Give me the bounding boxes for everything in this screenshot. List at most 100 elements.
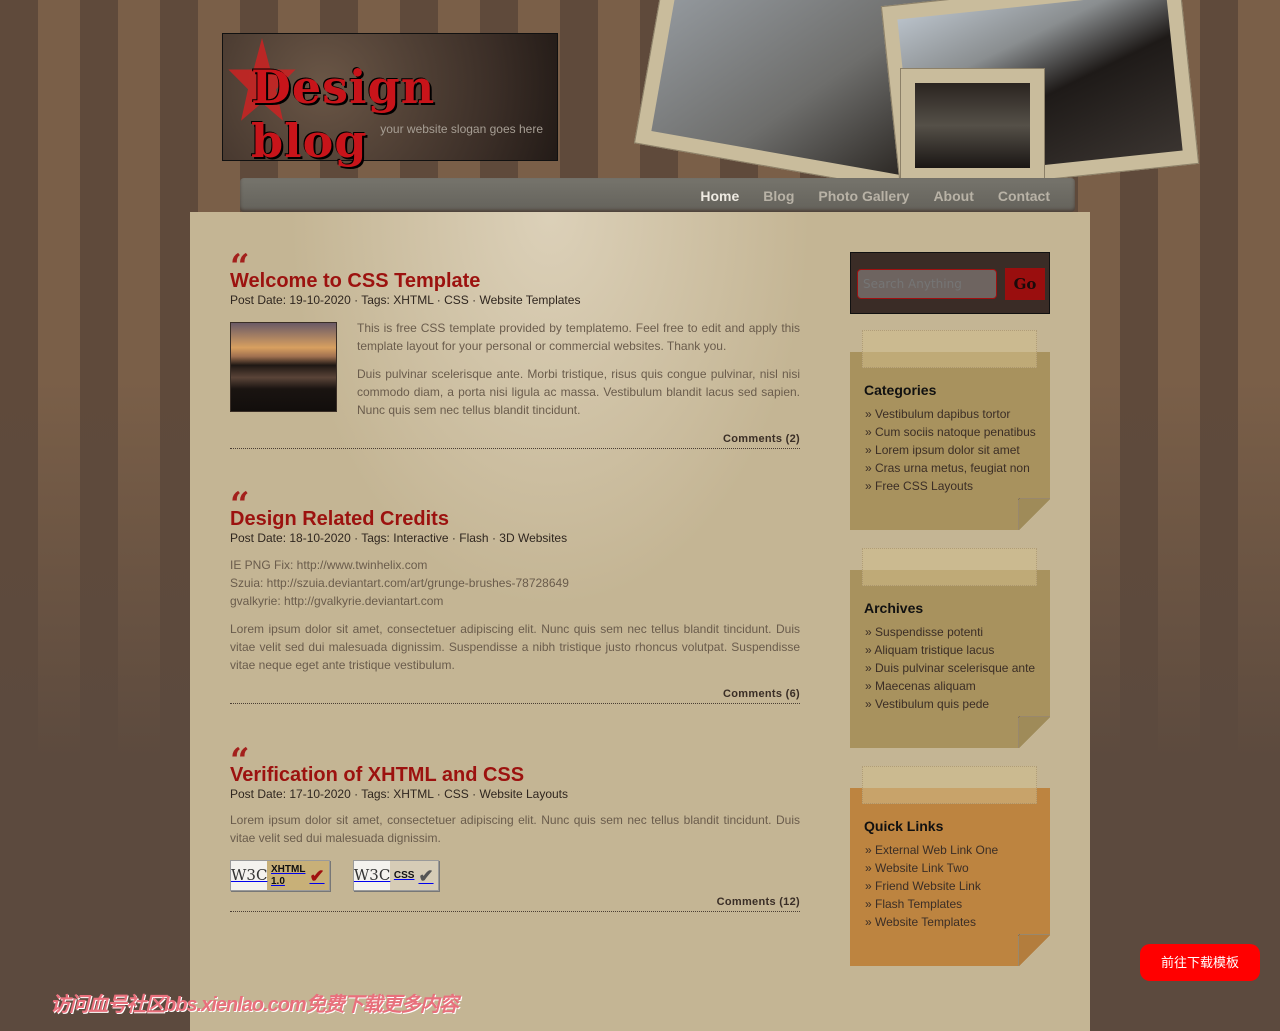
archives-box: Archives » Suspendisse potenti » Aliquam… xyxy=(850,548,1050,748)
quick-links-box: Quick Links » External Web Link One » We… xyxy=(850,766,1050,966)
post-paragraph: Duis pulvinar scelerisque ante. Morbi tr… xyxy=(357,367,800,417)
css-valid-badge[interactable]: W3C CSS ✔ xyxy=(352,860,439,891)
category-link[interactable]: Vestibulum dapibus tortor xyxy=(875,407,1010,421)
archive-link[interactable]: Suspendisse potenti xyxy=(875,625,983,639)
archive-link[interactable]: Aliquam tristique lacus xyxy=(874,643,994,657)
blog-post: “ Design Related Credits Post Date: 18-1… xyxy=(230,488,800,704)
list-item: » Suspendisse potenti xyxy=(865,625,984,639)
site-logo[interactable]: Design blog your website slogan goes her… xyxy=(222,33,558,168)
tags-label: Tags: xyxy=(361,293,390,307)
tag-link[interactable]: Website Templates xyxy=(480,293,581,307)
category-link[interactable]: Cum sociis natoque penatibus xyxy=(875,425,1036,439)
comments-link[interactable]: Comments (2) xyxy=(230,432,800,446)
tag-link[interactable]: CSS xyxy=(444,787,469,801)
badge-version: 1.0 xyxy=(271,875,285,887)
w3c-logo: W3C xyxy=(231,861,267,890)
quick-link[interactable]: Website Link Two xyxy=(875,861,969,875)
tag-link[interactable]: XHTML xyxy=(393,787,433,801)
archive-link[interactable]: Duis pulvinar scelerisque ante xyxy=(875,661,1035,675)
category-link[interactable]: Cras urna metus, feugiat non xyxy=(875,461,1030,475)
credit-line: Szuia: http://szuia.deviantart.com/art/g… xyxy=(230,576,569,590)
list-item: » Website Link Two xyxy=(865,861,969,875)
post-title[interactable]: Verification of XHTML and CSS xyxy=(230,764,800,786)
tape-decoration xyxy=(862,766,1037,804)
category-link[interactable]: Free CSS Layouts xyxy=(875,479,973,493)
tags-label: Tags: xyxy=(361,787,390,801)
list-item: » Website Templates xyxy=(865,915,976,929)
search-go-button[interactable]: Go xyxy=(1005,268,1045,300)
main-nav: Home Blog Photo Gallery About Contact xyxy=(240,178,1075,212)
download-template-button[interactable]: 前往下载模板 xyxy=(1140,944,1260,981)
checkmark-icon: ✔ xyxy=(418,865,434,886)
list-item: » Maecenas aliquam xyxy=(865,679,976,693)
nav-contact[interactable]: Contact xyxy=(998,188,1050,204)
nav-photo-gallery[interactable]: Photo Gallery xyxy=(818,188,909,204)
post-divider xyxy=(230,703,800,704)
logo-text: Design blog xyxy=(251,60,436,168)
w3c-logo: W3C xyxy=(353,861,390,890)
box-title: Categories xyxy=(864,382,937,398)
list-item: » Vestibulum dapibus tortor xyxy=(865,407,1011,421)
search-box: Go xyxy=(850,252,1050,314)
comments-link[interactable]: Comments (6) xyxy=(230,687,800,701)
post-thumbnail xyxy=(230,322,337,412)
quick-link[interactable]: Friend Website Link xyxy=(875,879,981,893)
tag-link[interactable]: Interactive xyxy=(393,531,448,545)
site-slogan: your website slogan goes here xyxy=(380,122,543,136)
credit-line: gvalkyrie: http://gvalkyrie.deviantart.c… xyxy=(230,594,444,608)
credit-line: IE PNG Fix: http://www.twinhelix.com xyxy=(230,558,428,572)
nav-about[interactable]: About xyxy=(933,188,973,204)
quick-link[interactable]: External Web Link One xyxy=(875,843,998,857)
quote-icon: “ xyxy=(230,488,250,508)
post-title[interactable]: Design Related Credits xyxy=(230,508,800,530)
post-meta: Post Date: 18-10-2020 · Tags: Interactiv… xyxy=(230,531,568,545)
post-meta: Post Date: 19-10-2020 · Tags: XHTML · CS… xyxy=(230,293,581,307)
page-curl xyxy=(1018,934,1050,966)
header-photo-forest xyxy=(900,68,1045,183)
list-item: » Cum sociis natoque penatibus xyxy=(865,425,1036,439)
watermark-text: 访问血号社区bbs.xienlao.com免费下载更多内容 xyxy=(50,994,459,1016)
blog-post: “ Welcome to CSS Template Post Date: 19-… xyxy=(230,250,800,449)
archive-link[interactable]: Maecenas aliquam xyxy=(875,679,976,693)
tag-link[interactable]: Website Layouts xyxy=(480,787,569,801)
tag-link[interactable]: 3D Websites xyxy=(499,531,567,545)
badge-label: CSS xyxy=(393,869,415,881)
post-divider xyxy=(230,911,800,912)
post-paragraph: Lorem ipsum dolor sit amet, consectetuer… xyxy=(230,813,800,845)
tag-link[interactable]: XHTML xyxy=(393,293,433,307)
list-item: » Cras urna metus, feugiat non xyxy=(865,461,1030,475)
post-date: Post Date: 19-10-2020 xyxy=(230,293,351,307)
quote-icon: “ xyxy=(230,250,250,270)
box-title: Archives xyxy=(864,600,924,616)
category-link[interactable]: Lorem ipsum dolor sit amet xyxy=(875,443,1020,457)
xhtml-valid-badge[interactable]: W3C XHTML 1.0 ✔ xyxy=(230,860,330,891)
post-title[interactable]: Welcome to CSS Template xyxy=(230,270,800,292)
tags-label: Tags: xyxy=(361,531,390,545)
tag-link[interactable]: CSS xyxy=(444,293,469,307)
list-item: » External Web Link One xyxy=(865,843,999,857)
nav-blog[interactable]: Blog xyxy=(763,188,794,204)
list-item: » Free CSS Layouts xyxy=(865,479,974,493)
list-item: » Aliquam tristique lacus xyxy=(865,643,995,657)
nav-home[interactable]: Home xyxy=(700,188,739,204)
tape-decoration xyxy=(862,330,1037,368)
search-input[interactable] xyxy=(857,269,997,299)
badge-label: XHTML xyxy=(271,863,306,875)
post-date: Post Date: 18-10-2020 xyxy=(230,531,351,545)
blog-post: “ Verification of XHTML and CSS Post Dat… xyxy=(230,744,800,912)
list-item: » Flash Templates xyxy=(865,897,963,911)
list-item: » Friend Website Link xyxy=(865,879,981,893)
page-curl xyxy=(1018,498,1050,530)
post-date: Post Date: 17-10-2020 xyxy=(230,787,351,801)
list-item: » Lorem ipsum dolor sit amet xyxy=(865,443,1020,457)
archive-link[interactable]: Vestibulum quis pede xyxy=(875,697,989,711)
tag-link[interactable]: Flash xyxy=(459,531,488,545)
box-title: Quick Links xyxy=(864,818,944,834)
quick-link[interactable]: Flash Templates xyxy=(875,897,962,911)
post-paragraph: This is free CSS template provided by te… xyxy=(357,322,800,353)
checkmark-icon: ✔ xyxy=(309,865,325,886)
quick-link[interactable]: Website Templates xyxy=(875,915,976,929)
post-paragraph: Lorem ipsum dolor sit amet, consectetuer… xyxy=(230,622,800,672)
comments-link[interactable]: Comments (12) xyxy=(230,895,800,909)
list-item: » Duis pulvinar scelerisque ante xyxy=(865,661,1036,675)
